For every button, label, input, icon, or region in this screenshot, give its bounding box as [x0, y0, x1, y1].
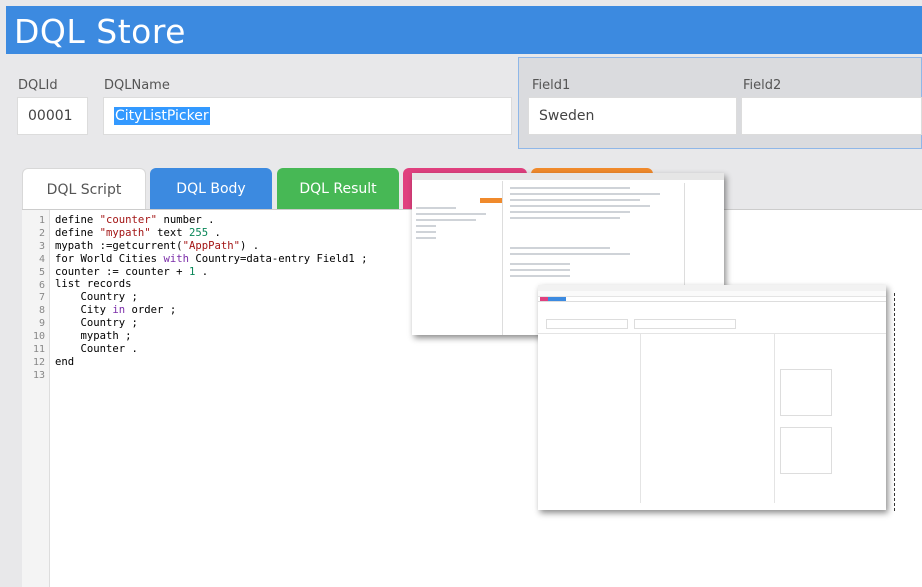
code-token: City	[55, 304, 113, 317]
dqlid-field[interactable]: 00001	[17, 97, 88, 135]
code-token: Country ;	[55, 291, 138, 304]
tab-dql-body-label: DQL Body	[176, 181, 246, 197]
code-token: for World Cities	[55, 252, 164, 265]
code-token: Country=data-entry Field1 ;	[188, 252, 368, 265]
code-line: list records	[55, 278, 368, 291]
line-number-gutter: 1 2 3 4 5 6 7 8 9 10 11 12 13	[22, 210, 50, 587]
code-line: Country ;	[55, 291, 368, 304]
code-token: "AppPath"	[182, 239, 240, 252]
line-number: 9	[38, 318, 45, 330]
line-number: 10	[32, 331, 45, 343]
code-token: list records	[55, 278, 132, 291]
field1-label: Field1	[532, 78, 571, 93]
code-token: order ;	[125, 304, 177, 317]
code-line: mypath :=getcurrent("AppPath") .	[55, 240, 368, 253]
dqlname-field[interactable]: CityListPicker	[103, 97, 512, 135]
code-token: "counter"	[99, 214, 158, 226]
line-number: 3	[38, 240, 45, 252]
code-token: counter := counter +	[55, 265, 189, 278]
tab-dql-script[interactable]: DQL Script	[22, 168, 146, 210]
tab-dql-result[interactable]: DQL Result	[277, 168, 399, 210]
field1-input[interactable]: Sweden	[528, 97, 737, 135]
code-token: end	[55, 355, 75, 368]
code-token: .	[208, 226, 221, 239]
line-number: 2	[38, 227, 45, 239]
line-number: 13	[32, 369, 45, 381]
code-line: City in order ;	[55, 304, 368, 317]
line-number: 4	[38, 253, 45, 265]
line-number: 5	[38, 266, 45, 278]
tab-dql-result-label: DQL Result	[299, 181, 377, 197]
code-line: Counter .	[55, 343, 368, 356]
code-token: text	[150, 226, 189, 239]
code-token: define	[55, 226, 100, 239]
code-line: for World Cities with Country=data-entry…	[55, 253, 368, 266]
app-header: DQL Store	[6, 6, 922, 54]
code-line: mypath ;	[55, 330, 368, 343]
line-number: 11	[32, 344, 45, 355]
code-token: mypath :=getcurrent(	[55, 239, 183, 252]
tab-dql-script-label: DQL Script	[46, 181, 122, 198]
code-token: number .	[157, 214, 215, 226]
line-number: 1	[38, 215, 45, 226]
code-line: counter := counter + 1 .	[55, 266, 368, 279]
code-area[interactable]: define "counter" number . define "mypath"…	[55, 214, 368, 382]
code-token: Country ;	[55, 317, 138, 330]
app-title: DQL Store	[14, 12, 186, 51]
field2-input[interactable]	[741, 97, 922, 135]
code-token: mypath ;	[55, 330, 132, 343]
code-line: define "mypath" text 255 .	[55, 227, 368, 240]
tab-dql-body[interactable]: DQL Body	[150, 168, 272, 210]
line-number: 6	[38, 279, 45, 291]
line-number: 12	[32, 356, 45, 368]
code-line: end	[55, 356, 368, 369]
field2-label: Field2	[743, 78, 782, 93]
code-token: with	[163, 252, 189, 265]
code-token: define	[55, 214, 100, 226]
code-token: in	[112, 304, 126, 317]
line-number: 8	[38, 305, 45, 317]
code-token: Counter .	[55, 342, 138, 355]
code-line: Country ;	[55, 317, 368, 330]
line-number: 7	[38, 292, 45, 304]
dqlname-label: DQLName	[104, 78, 170, 93]
dqlid-value: 00001	[28, 108, 73, 124]
dqlname-value: CityListPicker	[114, 107, 210, 125]
code-token: .	[195, 265, 209, 278]
code-token: 255	[188, 226, 209, 239]
dashed-divider	[894, 293, 895, 511]
dqlid-label: DQLId	[18, 78, 58, 93]
code-line: define "counter" number .	[55, 214, 368, 227]
code-token: ) .	[239, 239, 260, 252]
screenshot-thumbnail-2	[538, 285, 886, 510]
field1-value: Sweden	[539, 108, 595, 124]
code-token: "mypath"	[99, 226, 151, 239]
